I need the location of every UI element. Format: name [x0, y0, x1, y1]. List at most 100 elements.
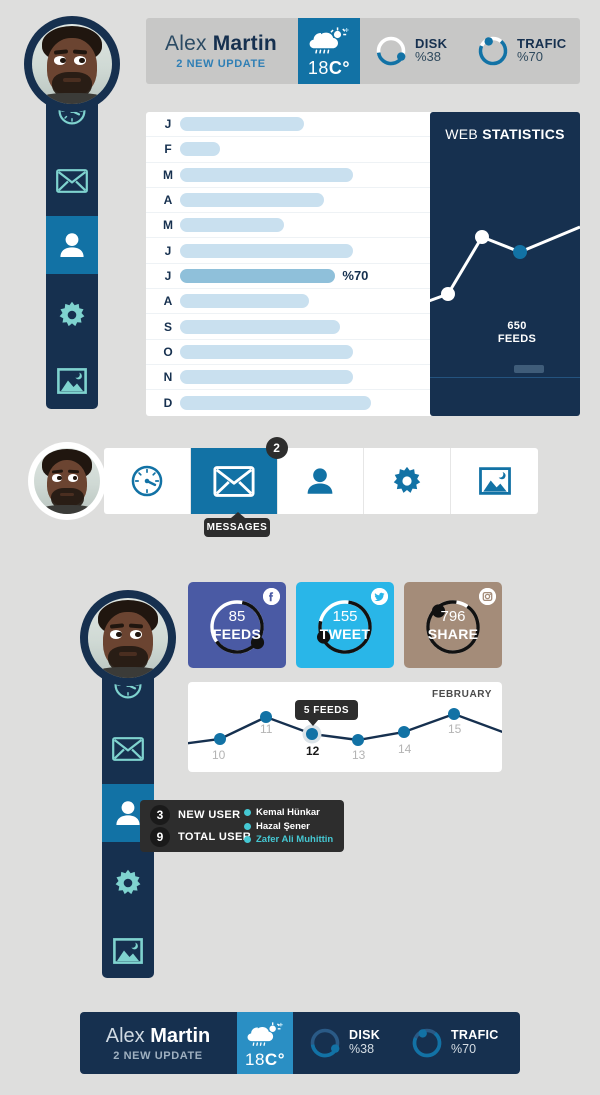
- social-card-feeds[interactable]: 85 FEEDS: [188, 582, 286, 668]
- sidebar-body: [46, 64, 98, 409]
- scroll-indicator[interactable]: [514, 365, 544, 373]
- bar-row-fill: [180, 268, 336, 283]
- social-card-tweet[interactable]: 155 TWEET: [296, 582, 394, 668]
- user-update-count: 2 NEW UPDATE: [113, 1049, 203, 1062]
- nav-item-users[interactable]: [278, 448, 365, 514]
- disk-meter: DISK %38: [308, 1026, 380, 1060]
- callout-pointer: [430, 272, 431, 294]
- bar-row-fill: [180, 294, 309, 309]
- envelope-icon: [213, 465, 255, 497]
- bar-chart-row[interactable]: D: [146, 390, 434, 415]
- tooltip-label: MESSAGES: [206, 522, 268, 533]
- sidebar-item-messages[interactable]: [102, 720, 154, 778]
- tooltip-label: 5 FEEDS: [303, 704, 350, 716]
- bar-row-fill: [180, 319, 340, 334]
- avatar[interactable]: [80, 590, 176, 686]
- new-user-row[interactable]: 3 NEW USER: [150, 805, 240, 825]
- bar-row-fill: [180, 344, 354, 359]
- disk-label: DISK: [415, 35, 448, 51]
- top-status-widget: Alex Martin 2 NEW UPDATE 18C° DISK %38 T…: [146, 18, 580, 84]
- rain-cloud-sun-icon: [309, 27, 349, 54]
- rain-cloud-sun-icon: [247, 1022, 283, 1046]
- bar-chart-row[interactable]: J: [146, 112, 434, 138]
- line-chart-label: 15: [448, 722, 462, 736]
- nav-item-settings[interactable]: [364, 448, 452, 514]
- weather-temperature: 18C°: [307, 58, 351, 78]
- bar-chart-row[interactable]: N: [146, 365, 434, 391]
- bar-row-label: A: [163, 294, 173, 309]
- total-user-count: 9: [150, 827, 170, 847]
- person-icon: [308, 468, 333, 494]
- twitter-icon[interactable]: [371, 588, 388, 605]
- donut-progress-icon: [310, 1028, 340, 1058]
- bar-row-fill: [180, 395, 371, 410]
- web-statistics-annotation: 650 FEEDS: [497, 320, 537, 345]
- nav-item-dashboard[interactable]: [104, 448, 191, 514]
- bar-chart-row[interactable]: M: [146, 213, 434, 239]
- bar-row-fill: [180, 167, 354, 182]
- list-item[interactable]: Zafer Ali Muhittin: [244, 833, 333, 847]
- bar-row-label: D: [163, 395, 173, 410]
- facebook-icon[interactable]: [263, 588, 280, 605]
- weather-tile[interactable]: 18C°: [298, 18, 360, 84]
- bar-chart-row[interactable]: A: [146, 289, 434, 315]
- nav-bar-horizontal: 2: [28, 437, 538, 520]
- bar-chart-row[interactable]: J %70: [146, 264, 434, 290]
- bar-row-fill: [180, 370, 354, 385]
- social-card-value: 796 SHARE: [427, 608, 479, 642]
- trafic-label: TRAFIC: [517, 35, 567, 51]
- nav-track: 2: [104, 437, 538, 514]
- bottom-status-widget: Alex Martin 2 NEW UPDATE 18C° DISK %38 T…: [80, 1012, 520, 1074]
- bar-row-label: J: [164, 117, 172, 132]
- social-card-value: 155 TWEET: [319, 608, 371, 642]
- sidebar-item-media[interactable]: [46, 352, 98, 410]
- top-user-block: Alex Martin 2 NEW UPDATE: [146, 18, 296, 84]
- list-item[interactable]: Kemal Hünkar: [244, 806, 333, 820]
- total-user-row[interactable]: 9 TOTAL USER: [150, 827, 251, 847]
- bar-row-label: M: [163, 167, 173, 182]
- bar-chart-row[interactable]: A: [146, 188, 434, 214]
- avatar[interactable]: [24, 16, 120, 112]
- bar-row-fill: [180, 193, 325, 208]
- sidebar-item-messages[interactable]: [46, 152, 98, 210]
- new-user-count: 3: [150, 805, 170, 825]
- bar-chart-row[interactable]: S: [146, 314, 434, 340]
- bar-row-fill: [180, 142, 220, 157]
- image-icon: [478, 467, 511, 495]
- nav-item-media[interactable]: [451, 448, 538, 514]
- bar-chart-row[interactable]: O: [146, 340, 434, 365]
- new-user-label: NEW USER: [178, 809, 241, 821]
- bar-row-fill: [180, 218, 285, 233]
- image-icon: [113, 938, 143, 964]
- nav-item-messages[interactable]: 2: [190, 437, 288, 514]
- bar-row-label: M: [163, 218, 173, 233]
- line-chart-label: 14: [398, 742, 412, 756]
- gear-icon: [394, 466, 421, 493]
- sidebar-item-media[interactable]: [102, 922, 154, 980]
- image-icon: [57, 368, 87, 394]
- disk-meter: DISK %38: [374, 34, 447, 68]
- list-item[interactable]: Hazal Şener: [244, 820, 333, 834]
- trafic-meter: TRAFIC %70: [410, 1026, 499, 1060]
- instagram-icon[interactable]: [479, 588, 496, 605]
- avatar-face: [32, 24, 112, 104]
- status-dot: [244, 836, 251, 844]
- bar-chart-row[interactable]: M: [146, 163, 434, 188]
- social-card-share[interactable]: 796 SHARE: [404, 582, 502, 668]
- sidebar-item-users[interactable]: [46, 216, 98, 274]
- trafic-meter: TRAFIC %70: [476, 34, 566, 68]
- disk-value: %38: [349, 1042, 375, 1057]
- weather-temperature: 18C°: [245, 1050, 285, 1069]
- bar-chart-row[interactable]: F: [146, 137, 434, 163]
- trafic-label: TRAFIC: [451, 1028, 499, 1043]
- bar-chart-row[interactable]: J: [146, 238, 434, 264]
- status-dot: [244, 809, 251, 817]
- bottom-user-block: Alex Martin 2 NEW UPDATE: [80, 1012, 236, 1074]
- sidebar-item-settings[interactable]: [46, 286, 98, 344]
- sidebar-item-settings[interactable]: [102, 854, 154, 912]
- weather-tile[interactable]: 18C°: [237, 1012, 293, 1074]
- envelope-icon: [56, 169, 88, 193]
- gear-icon: [115, 869, 141, 895]
- avatar[interactable]: [28, 442, 106, 520]
- user-name-list: Kemal Hünkar Hazal Şener Zafer Ali Muhit…: [244, 806, 333, 847]
